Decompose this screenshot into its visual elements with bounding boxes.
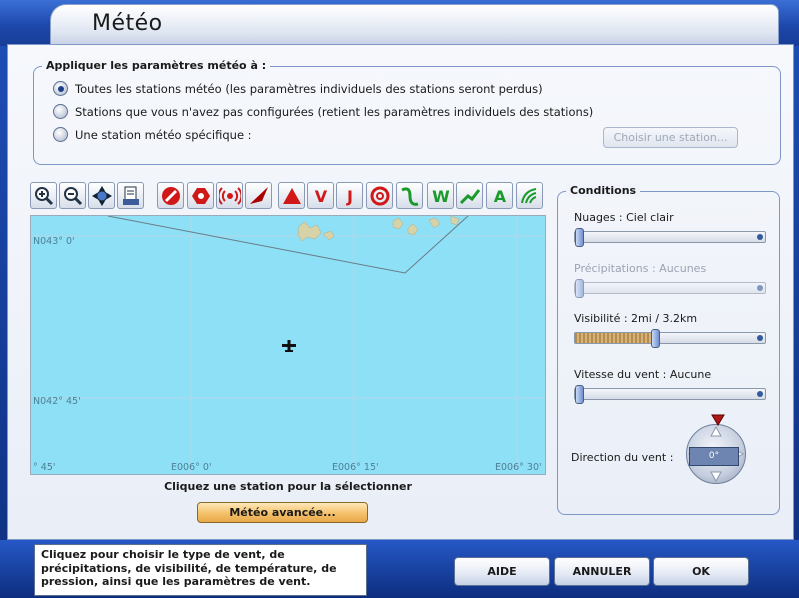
plane-arrow-icon [249, 186, 268, 204]
no-entry-icon [161, 186, 180, 205]
altitude-icon: A [493, 187, 506, 206]
zoom-out-icon [63, 186, 82, 205]
j-icon: J [346, 187, 353, 206]
precip-label: Précipitations : Aucunes [574, 262, 707, 275]
toolbar-button-plane-arrow[interactable] [245, 182, 272, 209]
toolbar-button-circle-route[interactable] [366, 182, 393, 209]
radio-all-stations[interactable] [53, 81, 68, 96]
visibility-label: Visibilité : 2mi / 3.2km [574, 312, 698, 325]
tooltip-help-text: Cliquez pour choisir le type de vent, de… [34, 544, 367, 596]
toolbar-button-airway[interactable] [456, 182, 483, 209]
toolbar-button-zoom-out[interactable] [59, 182, 86, 209]
wind-direction-label: Direction du vent : [571, 451, 674, 464]
toolbar-button-j[interactable]: J [336, 182, 363, 209]
wind-direction-pointer-icon [711, 414, 725, 426]
cancel-button[interactable]: ANNULER [554, 557, 650, 586]
hexagon-icon [191, 187, 210, 204]
toolbar-button-altitude[interactable]: A [486, 182, 513, 209]
toolbar-button-zoom-in[interactable] [30, 182, 57, 209]
toolbar-button-terrain[interactable] [516, 182, 543, 209]
svg-text:J: J [346, 187, 353, 206]
radio-specific-label: Une station météo spécifique : [75, 127, 252, 142]
terrain-icon [520, 187, 536, 203]
map-view[interactable]: N043° 0' N042° 45' ° 45' E006° 0' E006° … [30, 215, 546, 475]
map-caption: Cliquez une station pour la sélectionner [164, 480, 412, 493]
toolbar-button-w[interactable]: W [427, 182, 454, 209]
lat-label-top: N043° 0' [33, 236, 75, 247]
radio-unconfigured-stations[interactable] [53, 104, 68, 119]
center-map-icon [91, 185, 112, 206]
window-title: Météo [92, 11, 163, 36]
lat-label-bottom: N042° 45' [33, 396, 81, 407]
toolbar-button-hexagon[interactable] [187, 182, 214, 209]
route-icon [400, 186, 418, 206]
lon-label-3: E006° 30' [495, 462, 542, 473]
aircraft-icon [282, 340, 296, 352]
circle-route-icon [370, 186, 389, 205]
radio-unconfigured-label: Stations que vous n'avez pas configurées… [75, 104, 594, 119]
v-icon: V [314, 187, 327, 206]
advanced-weather-button[interactable]: Météo avancée... [197, 502, 368, 523]
lon-label-partial: ° 45' [33, 462, 56, 473]
wind-direction-value: 0° [689, 447, 739, 466]
airway-icon [459, 188, 480, 204]
radio-row-all-stations[interactable]: Toutes les stations météo (les paramètre… [53, 81, 543, 96]
triangle-icon [282, 187, 301, 204]
wind-speed-label: Vitesse du vent : Aucune [574, 368, 712, 381]
radio-row-unconfigured[interactable]: Stations que vous n'avez pas configurées… [53, 104, 593, 119]
signal-icon [218, 186, 241, 205]
visibility-slider-thumb[interactable] [651, 329, 660, 348]
lon-label-2: E006° 15' [332, 462, 379, 473]
toolbar-button-triangle[interactable] [278, 182, 305, 209]
coastline [297, 216, 460, 242]
clouds-slider[interactable] [574, 228, 766, 247]
precip-slider [574, 279, 766, 298]
toolbar-button-print[interactable] [117, 182, 144, 209]
airspace-boundary [107, 216, 469, 274]
map-grid [31, 216, 545, 474]
apply-group-legend: Appliquer les paramètres météo à : [42, 59, 271, 72]
wind-speed-slider[interactable] [574, 385, 766, 404]
precip-slider-thumb [575, 279, 584, 298]
conditions-legend: Conditions [566, 184, 641, 197]
clouds-slider-thumb[interactable] [575, 228, 584, 247]
visibility-slider[interactable] [574, 329, 766, 348]
wind-speed-slider-thumb[interactable] [575, 385, 584, 404]
zoom-in-icon [34, 186, 53, 205]
toolbar-button-no-entry[interactable] [157, 182, 184, 209]
radio-all-stations-label: Toutes les stations météo (les paramètre… [75, 81, 543, 96]
toolbar-button-center-map[interactable] [88, 182, 115, 209]
print-icon [122, 186, 139, 205]
help-button[interactable]: AIDE [454, 557, 550, 586]
lon-label-1: E006° 0' [171, 462, 212, 473]
radio-specific-station[interactable] [53, 127, 68, 142]
w-icon: W [432, 187, 450, 206]
svg-text:A: A [493, 187, 506, 206]
toolbar-button-v[interactable]: V [307, 182, 334, 209]
radio-row-specific[interactable]: Une station météo spécifique : [53, 127, 252, 142]
choose-station-button[interactable]: Choisir une station... [603, 127, 738, 148]
toolbar-button-route[interactable] [396, 182, 423, 209]
ok-button[interactable]: OK [653, 557, 749, 586]
svg-text:W: W [432, 187, 450, 206]
clouds-label: Nuages : Ciel clair [574, 211, 674, 224]
toolbar-button-signal[interactable] [216, 182, 243, 209]
svg-text:V: V [314, 187, 327, 206]
